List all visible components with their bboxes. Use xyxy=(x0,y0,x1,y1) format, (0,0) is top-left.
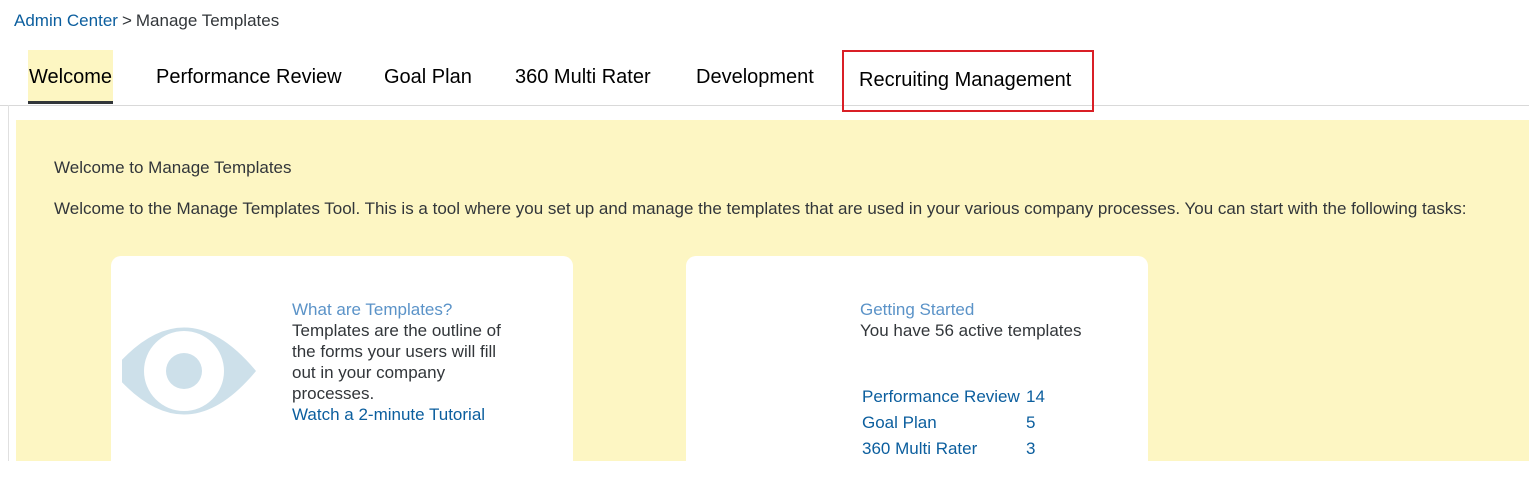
breadcrumb-separator: > xyxy=(121,11,132,30)
breadcrumb: Admin Center > Manage Templates xyxy=(14,10,279,32)
tab-performance-review[interactable]: Performance Review xyxy=(156,50,342,104)
tab-360-multi-rater[interactable]: 360 Multi Rater xyxy=(515,50,651,104)
breadcrumb-admin-center-link[interactable]: Admin Center xyxy=(14,11,118,30)
welcome-panel: Welcome to Manage Templates Welcome to t… xyxy=(16,120,1529,486)
tab-welcome[interactable]: Welcome xyxy=(28,50,113,104)
tab-bar: Welcome Performance Review Goal Plan 360… xyxy=(0,50,1529,112)
templates-info-card: What are Templates? Templates are the ou… xyxy=(111,256,573,486)
template-type-360-multi-rater-link[interactable]: 360 Multi Rater xyxy=(862,436,1022,462)
template-count-performance-review[interactable]: 14 xyxy=(1022,384,1045,410)
table-row: Goal Plan 5 xyxy=(862,410,1045,436)
welcome-description: Welcome to the Manage Templates Tool. Th… xyxy=(54,199,1467,218)
table-row: Performance Review 14 xyxy=(862,384,1045,410)
what-are-templates-link[interactable]: What are Templates? xyxy=(292,299,522,320)
templates-description: Templates are the outline of the forms y… xyxy=(292,321,501,403)
template-count-360-multi-rater[interactable]: 3 xyxy=(1022,436,1045,462)
breadcrumb-current: Manage Templates xyxy=(135,11,280,30)
template-counts-table: Performance Review 14 Goal Plan 5 360 Mu… xyxy=(862,384,1045,462)
active-templates-summary: You have 56 active templates xyxy=(860,321,1082,340)
welcome-title: Welcome to Manage Templates xyxy=(54,158,292,177)
watch-tutorial-link[interactable]: Watch a 2-minute Tutorial xyxy=(292,404,522,425)
getting-started-link[interactable]: Getting Started xyxy=(860,299,1130,320)
getting-started-body: Getting Started You have 56 active templ… xyxy=(860,299,1130,341)
template-type-performance-review-link[interactable]: Performance Review xyxy=(862,384,1022,410)
templates-info-body: What are Templates? Templates are the ou… xyxy=(292,299,522,425)
tab-development[interactable]: Development xyxy=(696,50,814,104)
eye-icon xyxy=(122,312,268,430)
tab-recruiting-management[interactable]: Recruiting Management xyxy=(842,50,1094,112)
template-count-goal-plan[interactable]: 5 xyxy=(1022,410,1045,436)
getting-started-card: Getting Started You have 56 active templ… xyxy=(686,256,1148,486)
tab-goal-plan[interactable]: Goal Plan xyxy=(384,50,472,104)
table-row: 360 Multi Rater 3 xyxy=(862,436,1045,462)
template-type-goal-plan-link[interactable]: Goal Plan xyxy=(862,410,1022,436)
